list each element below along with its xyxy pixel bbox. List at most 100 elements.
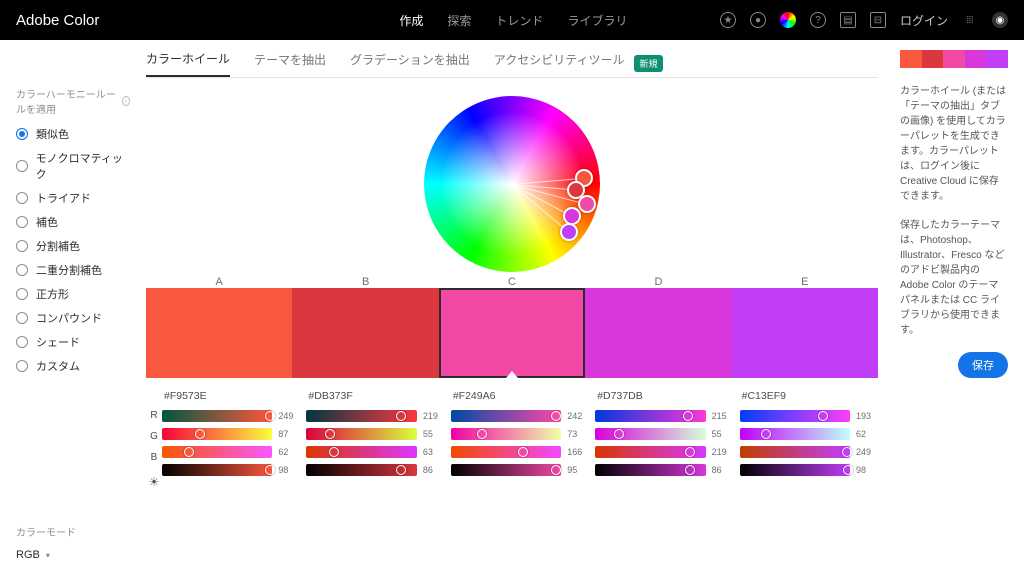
docs-icon[interactable]: ▤ (840, 12, 856, 28)
nav-tab-0[interactable]: 作成 (399, 12, 423, 29)
hex-value[interactable]: #C13EF9 (740, 390, 878, 402)
slider-thumb[interactable] (184, 447, 194, 457)
harmony-rule-4[interactable]: 分割補色 (16, 238, 130, 254)
slider-value[interactable]: 98 (856, 465, 878, 475)
slider-value[interactable]: 55 (423, 429, 445, 439)
harmony-rule-9[interactable]: カスタム (16, 358, 130, 374)
slider-thumb[interactable] (551, 411, 561, 421)
swatch-C[interactable] (439, 288, 585, 378)
hex-value[interactable]: #F9573E (162, 390, 300, 402)
slider-track[interactable] (306, 446, 416, 458)
slider-track[interactable] (162, 428, 272, 440)
slider-value[interactable]: 193 (856, 411, 878, 421)
slider-thumb[interactable] (396, 465, 406, 475)
save-button[interactable]: 保存 (958, 352, 1008, 378)
slider-thumb[interactable] (477, 429, 487, 439)
subtab-0[interactable]: カラーホイール (146, 50, 230, 77)
help-icon[interactable]: ? (810, 12, 826, 28)
color-wheel-icon[interactable] (780, 12, 796, 28)
slider-value[interactable]: 249 (278, 411, 300, 421)
harmony-rule-6[interactable]: 正方形 (16, 286, 130, 302)
slider-thumb[interactable] (265, 411, 275, 421)
slider-thumb[interactable] (518, 447, 528, 457)
slider-value[interactable]: 86 (712, 465, 734, 475)
slider-value[interactable]: 95 (567, 465, 589, 475)
cc-icon[interactable]: ◉ (992, 12, 1008, 28)
slider-track[interactable] (451, 410, 561, 422)
star-icon[interactable]: ★ (720, 12, 736, 28)
slider-track[interactable] (740, 428, 850, 440)
subtab-2[interactable]: グラデーションを抽出 (350, 51, 470, 76)
hex-value[interactable]: #F249A6 (451, 390, 589, 402)
harmony-rule-3[interactable]: 補色 (16, 214, 130, 230)
slider-thumb[interactable] (843, 465, 853, 475)
slider-value[interactable]: 166 (567, 447, 589, 457)
slider-track[interactable] (595, 428, 705, 440)
slider-thumb[interactable] (683, 411, 693, 421)
swatch-B[interactable] (292, 288, 438, 378)
slider-track[interactable] (451, 446, 561, 458)
slider-thumb[interactable] (329, 447, 339, 457)
slider-value[interactable]: 98 (278, 465, 300, 475)
slider-track[interactable] (595, 410, 705, 422)
slider-value[interactable]: 249 (856, 447, 878, 457)
swatch-A[interactable] (146, 288, 292, 378)
slider-value[interactable]: 62 (856, 429, 878, 439)
swatch-D[interactable] (585, 288, 731, 378)
swatch-E[interactable] (732, 288, 878, 378)
slider-track[interactable] (595, 464, 705, 476)
slider-track[interactable] (162, 464, 272, 476)
app-logo[interactable]: Adobe Color (16, 12, 99, 29)
slider-value[interactable]: 219 (712, 447, 734, 457)
slider-value[interactable]: 219 (423, 411, 445, 421)
harmony-rule-0[interactable]: 類似色 (16, 126, 130, 142)
nav-tab-3[interactable]: ライブラリ (567, 12, 627, 29)
harmony-rule-8[interactable]: シェード (16, 334, 130, 350)
slider-track[interactable] (306, 428, 416, 440)
slider-thumb[interactable] (685, 465, 695, 475)
slider-thumb[interactable] (325, 429, 335, 439)
slider-thumb[interactable] (265, 465, 275, 475)
hex-value[interactable]: #DB373F (306, 390, 444, 402)
slider-thumb[interactable] (195, 429, 205, 439)
slider-value[interactable]: 63 (423, 447, 445, 457)
slider-thumb[interactable] (761, 429, 771, 439)
slider-track[interactable] (162, 446, 272, 458)
slider-thumb[interactable] (396, 411, 406, 421)
login-link[interactable]: ログイン (900, 12, 948, 29)
slider-track[interactable] (740, 464, 850, 476)
slider-value[interactable]: 86 (423, 465, 445, 475)
chat-icon[interactable]: ⊟ (870, 12, 886, 28)
color-mode-select[interactable]: RGB ▾ (16, 549, 130, 561)
slider-track[interactable] (595, 446, 705, 458)
wheel-handle-2[interactable] (578, 195, 596, 213)
slider-thumb[interactable] (818, 411, 828, 421)
nav-tab-2[interactable]: トレンド (495, 12, 543, 29)
slider-value[interactable]: 55 (712, 429, 734, 439)
info-icon[interactable]: i (122, 96, 130, 106)
slider-value[interactable]: 73 (567, 429, 589, 439)
slider-track[interactable] (306, 464, 416, 476)
wheel-handle-4[interactable] (560, 223, 578, 241)
slider-thumb[interactable] (842, 447, 852, 457)
color-wheel[interactable] (424, 96, 600, 272)
subtab-1[interactable]: テーマを抽出 (254, 51, 326, 76)
slider-track[interactable] (451, 428, 561, 440)
slider-thumb[interactable] (614, 429, 624, 439)
slider-value[interactable]: 87 (278, 429, 300, 439)
harmony-rule-1[interactable]: モノクロマティック (16, 150, 130, 182)
slider-thumb[interactable] (551, 465, 561, 475)
harmony-rule-7[interactable]: コンパウンド (16, 310, 130, 326)
slider-track[interactable] (740, 446, 850, 458)
slider-value[interactable]: 62 (278, 447, 300, 457)
slider-track[interactable] (162, 410, 272, 422)
harmony-rule-2[interactable]: トライアド (16, 190, 130, 206)
apps-icon[interactable]: ⦙⦙⦙ (962, 12, 978, 28)
slider-track[interactable] (740, 410, 850, 422)
bell-icon[interactable]: ● (750, 12, 766, 28)
subtab-3[interactable]: アクセシビリティツール (494, 51, 625, 76)
slider-track[interactable] (451, 464, 561, 476)
hex-value[interactable]: #D737DB (595, 390, 733, 402)
nav-tab-1[interactable]: 探索 (447, 12, 471, 29)
slider-value[interactable]: 215 (712, 411, 734, 421)
